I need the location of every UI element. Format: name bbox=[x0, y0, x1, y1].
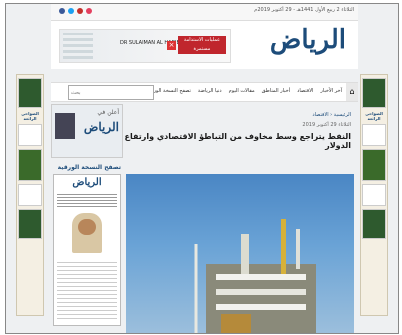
side-ad-block bbox=[362, 184, 386, 206]
nav-item-latest[interactable]: آخر الأخبار bbox=[320, 88, 342, 94]
ad-close-icon[interactable]: × bbox=[167, 41, 176, 50]
article-photo bbox=[126, 174, 354, 333]
header-ad-banner[interactable]: DR SULAIMAN AL HABIB × عمليات الاستدامة … bbox=[59, 29, 231, 63]
left-side-ad[interactable]: الضواحي الرائعة bbox=[16, 74, 44, 316]
top-bar: الثلاثاء 2 ربيع الأول 1441هـ - 29 أكتوبر… bbox=[51, 4, 358, 21]
article-meta: الثلاثاء 29 أكتوبر 2019 bbox=[302, 122, 351, 128]
epaper-headline-lines bbox=[57, 193, 117, 207]
nav-item-articles[interactable]: مقالات اليوم bbox=[229, 88, 255, 94]
side-ad-image bbox=[18, 209, 42, 239]
side-ad-image bbox=[362, 149, 386, 181]
advertise-line1: أعلن في bbox=[97, 109, 119, 116]
epaper-text-rows bbox=[57, 259, 117, 319]
date-label: الثلاثاء 2 ربيع الأول 1441هـ - 29 أكتوبر… bbox=[254, 7, 354, 13]
youtube-icon[interactable] bbox=[77, 8, 83, 14]
side-ad-image bbox=[18, 149, 42, 181]
home-icon[interactable]: ⌂ bbox=[346, 83, 358, 101]
advertise-line2: الرياض bbox=[83, 120, 119, 134]
laptop-icon bbox=[55, 113, 75, 139]
epaper-photo-face bbox=[78, 219, 96, 235]
nav-item-regions[interactable]: أخبار المناطق bbox=[262, 88, 291, 94]
ad-image bbox=[63, 33, 93, 59]
side-ad-block bbox=[18, 124, 42, 146]
side-ad-label: الضواحي الرائعة bbox=[21, 111, 39, 121]
facebook-icon[interactable] bbox=[59, 8, 65, 14]
site-logo[interactable]: الرياض bbox=[270, 25, 346, 55]
nav-item-sports[interactable]: دنيا الرياضة bbox=[198, 88, 222, 94]
twitter-icon[interactable] bbox=[68, 8, 74, 14]
search-input[interactable] bbox=[68, 85, 154, 100]
site-header: DR SULAIMAN AL HABIB × عمليات الاستدامة … bbox=[51, 21, 358, 69]
side-ad-block bbox=[18, 184, 42, 206]
side-ad-label: الضواحي الرائعة bbox=[365, 111, 383, 121]
epaper-masthead: الرياض bbox=[72, 177, 102, 188]
right-side-ad[interactable]: الضواحي الرائعة bbox=[360, 74, 388, 316]
side-ad-block bbox=[362, 124, 386, 146]
epaper-thumbnail[interactable]: الرياض bbox=[53, 174, 121, 326]
instagram-icon[interactable] bbox=[86, 8, 92, 14]
epaper-heading: تصفح النسخة الورقية bbox=[57, 164, 121, 171]
side-ad-image bbox=[18, 78, 42, 108]
left-column: أعلن في الرياض تصفح النسخة الورقية الريا… bbox=[51, 104, 123, 333]
side-ad-image bbox=[362, 209, 386, 239]
nav-item-economy[interactable]: الاقتصاد bbox=[297, 88, 313, 94]
advertise-box[interactable]: أعلن في الرياض bbox=[51, 104, 123, 158]
browser-viewport: الثلاثاء 2 ربيع الأول 1441هـ - 29 أكتوبر… bbox=[5, 3, 399, 334]
article-title: النفط يتراجع وسط مخاوف من التباطؤ الاقتص… bbox=[124, 132, 351, 150]
social-icons bbox=[59, 8, 92, 14]
oil-platform-graphic bbox=[194, 219, 316, 333]
side-ad-image bbox=[362, 78, 386, 108]
ad-text: عمليات الاستدامة مستمرة bbox=[178, 36, 226, 54]
breadcrumb[interactable]: الرئيسية ‹ الاقتصاد bbox=[121, 112, 351, 118]
